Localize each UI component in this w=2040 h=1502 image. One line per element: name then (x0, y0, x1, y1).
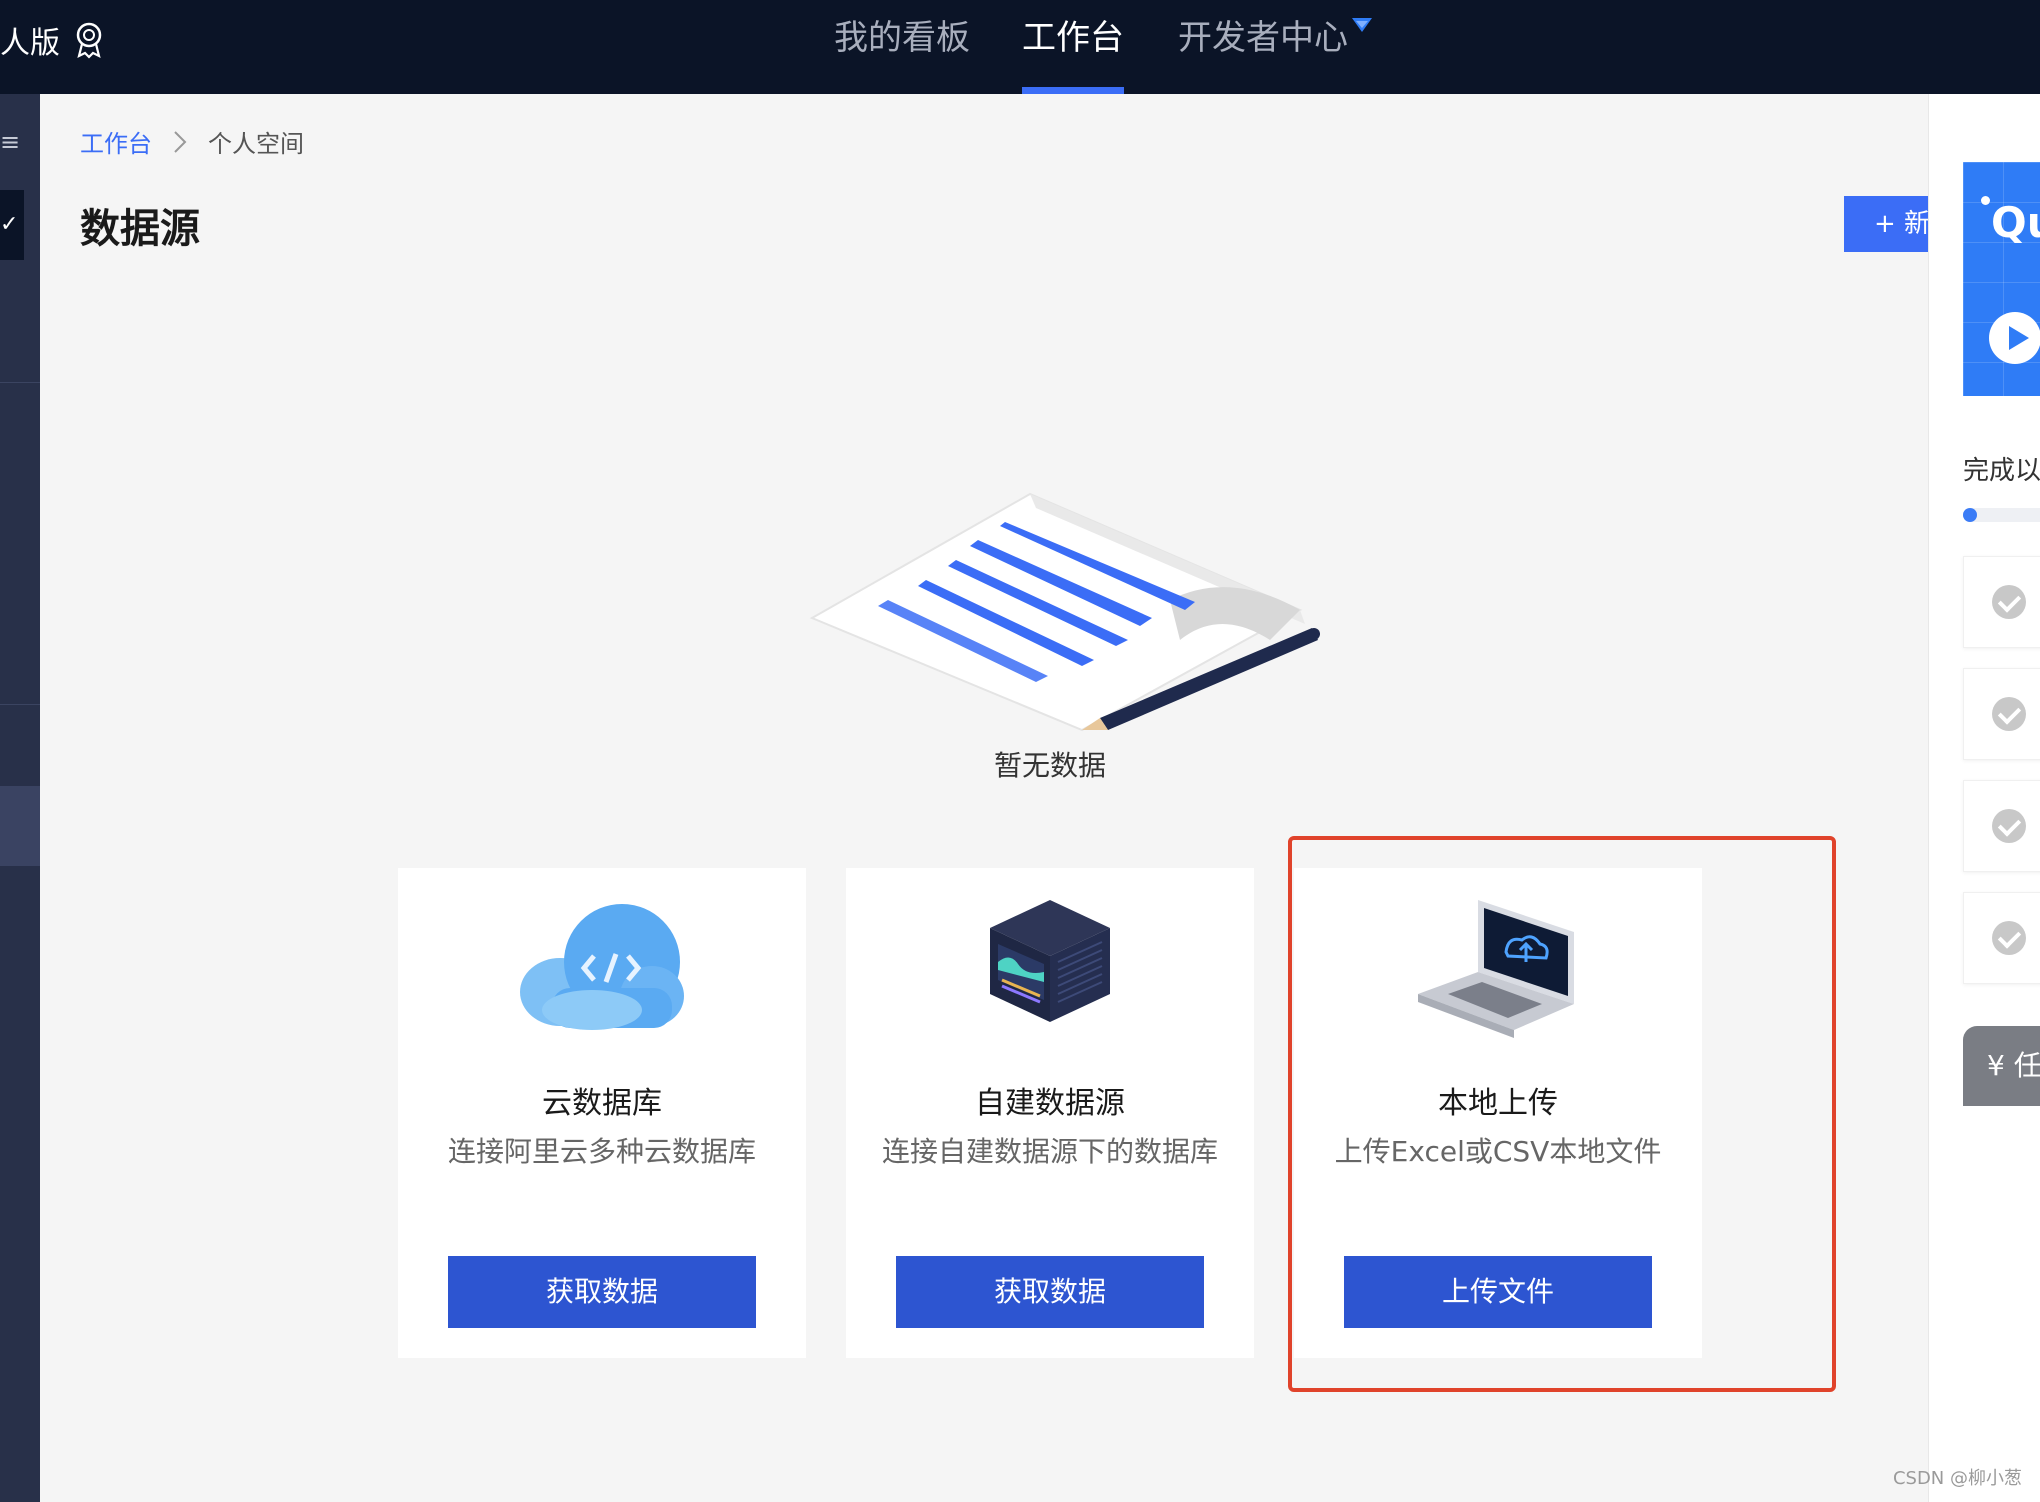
check-circle-icon (1992, 697, 2026, 731)
task-progress-fill (1963, 508, 1978, 522)
chevron-right-icon (174, 130, 187, 153)
empty-state-label: 暂无数据 (993, 749, 1106, 782)
active-tab-underline (1022, 87, 1124, 94)
check-circle-icon (1992, 809, 2026, 843)
pricing-button[interactable]: ¥ 任 (1963, 1026, 2040, 1106)
award-icon[interactable] (72, 21, 106, 59)
tab-workbench[interactable]: 工作台 (1022, 16, 1124, 94)
top-navbar: 人版 我的看板 工作台 开发者中心 (0, 0, 2040, 94)
right-panel: Qu 完成以 ¥ 任 (1928, 94, 2040, 1502)
sidebar-divider (0, 382, 40, 383)
play-icon[interactable] (1989, 312, 2040, 364)
tab-label: 我的看板 (834, 18, 970, 58)
empty-document-illustration (809, 492, 1320, 732)
get-data-button[interactable]: 获取数据 (448, 1256, 756, 1328)
highlight-box (1288, 836, 1836, 1392)
sidebar-divider (0, 704, 40, 705)
card-description: 连接自建数据源下的数据库 (881, 1135, 1218, 1168)
card-title: 自建数据源 (975, 1086, 1125, 1121)
menu-icon[interactable]: ≡ (0, 128, 20, 156)
get-data-button[interactable]: 获取数据 (896, 1256, 1204, 1328)
task-heading: 完成以 (1963, 456, 2040, 486)
tab-developer-center[interactable]: 开发者中心 (1178, 16, 1372, 94)
check-circle-icon (1992, 921, 2026, 955)
card-cloud-database: 云数据库 连接阿里云多种云数据库 获取数据 (398, 868, 806, 1358)
promo-banner[interactable]: Qu (1963, 162, 2040, 396)
brand-text: 人版 (0, 26, 60, 61)
card-description: 连接阿里云多种云数据库 (447, 1135, 756, 1168)
tab-label: 工作台 (1022, 18, 1124, 58)
task-progress-bar (1963, 508, 2040, 522)
tab-label: 开发者中心 (1178, 18, 1348, 58)
diamond-icon (1352, 18, 1372, 32)
sidebar-item-selected[interactable] (0, 786, 40, 866)
tab-my-dashboard[interactable]: 我的看板 (834, 16, 970, 94)
task-item[interactable] (1963, 780, 2040, 872)
empty-state-text: 暂无数据 (0, 744, 2040, 784)
task-item[interactable] (1963, 892, 2040, 984)
page-title: 数据源 (80, 206, 200, 252)
watermark: CSDN @柳小葱 (1892, 1468, 2022, 1489)
left-sidebar: ≡ ✓ (0, 94, 40, 1502)
sidebar-item-active[interactable]: ✓ (0, 190, 24, 260)
breadcrumb-workbench-link[interactable]: 工作台 (80, 124, 152, 159)
check-circle-icon (1992, 585, 2026, 619)
promo-dot (1981, 196, 1990, 205)
card-self-built-datasource: 自建数据源 连接自建数据源下的数据库 获取数据 (846, 868, 1254, 1358)
breadcrumb-current: 个人空间 (208, 130, 304, 158)
task-item[interactable] (1963, 668, 2040, 760)
promo-text: Qu (1991, 198, 2040, 247)
cloud-database-icon (520, 904, 684, 1030)
card-title: 云数据库 (542, 1086, 662, 1121)
breadcrumb: 工作台 个人空间 (80, 124, 304, 159)
server-box-icon (990, 900, 1110, 1022)
brand: 人版 (0, 18, 106, 62)
task-item[interactable] (1963, 556, 2040, 648)
